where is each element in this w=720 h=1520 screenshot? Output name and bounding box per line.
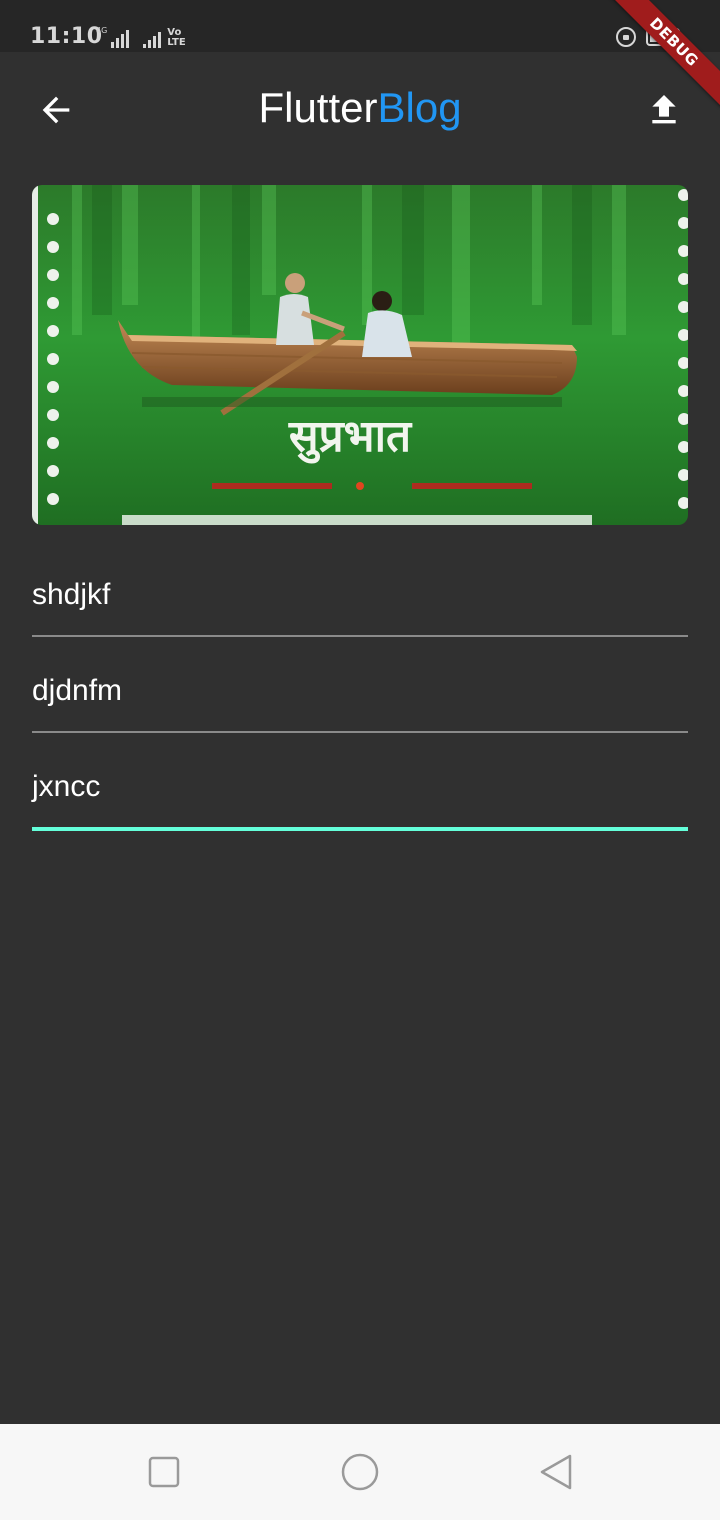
page-title: FlutterBlog [0,82,720,134]
title-part-blog: Blog [377,84,462,131]
status-bar: 11:10 4G Vo LTE [0,0,720,52]
network-type-label: 4G [96,26,108,35]
back-icon [540,1454,572,1490]
boat-photo: सुप्रभात [32,185,688,525]
volte-line2: LTE [167,37,186,48]
signal-bars-icon [143,30,162,48]
text-field-3[interactable]: jxncc [32,733,688,831]
recents-icon [148,1456,180,1488]
recents-button[interactable] [140,1448,188,1496]
image-caption: सुप्रभात [288,411,413,464]
status-right-icons [616,26,683,48]
signal-bars-icon [111,30,130,48]
text-field-1-value: shdjkf [32,578,111,611]
home-icon [341,1453,379,1491]
battery-icon [646,28,683,46]
title-part-flutter: Flutter [258,84,378,131]
home-button[interactable] [336,1448,384,1496]
rotation-lock-icon [616,27,636,47]
volte-icon: Vo LTE [167,28,185,48]
text-field-3-value: jxncc [32,770,101,803]
nav-back-button[interactable] [532,1448,580,1496]
text-field-2-value: djdnfm [32,674,123,707]
upload-button[interactable] [634,80,694,140]
text-field-2[interactable]: djdnfm [32,637,688,733]
text-field-1[interactable]: shdjkf [32,541,688,637]
status-time: 11:10 [30,24,103,49]
text-field-3-underline [32,827,688,831]
system-nav-bar [0,1424,720,1520]
selected-image[interactable]: सुप्रभात [32,185,688,525]
upload-icon [652,95,676,124]
status-icons: 4G Vo LTE [96,26,186,48]
app-bar: FlutterBlog [0,52,720,164]
